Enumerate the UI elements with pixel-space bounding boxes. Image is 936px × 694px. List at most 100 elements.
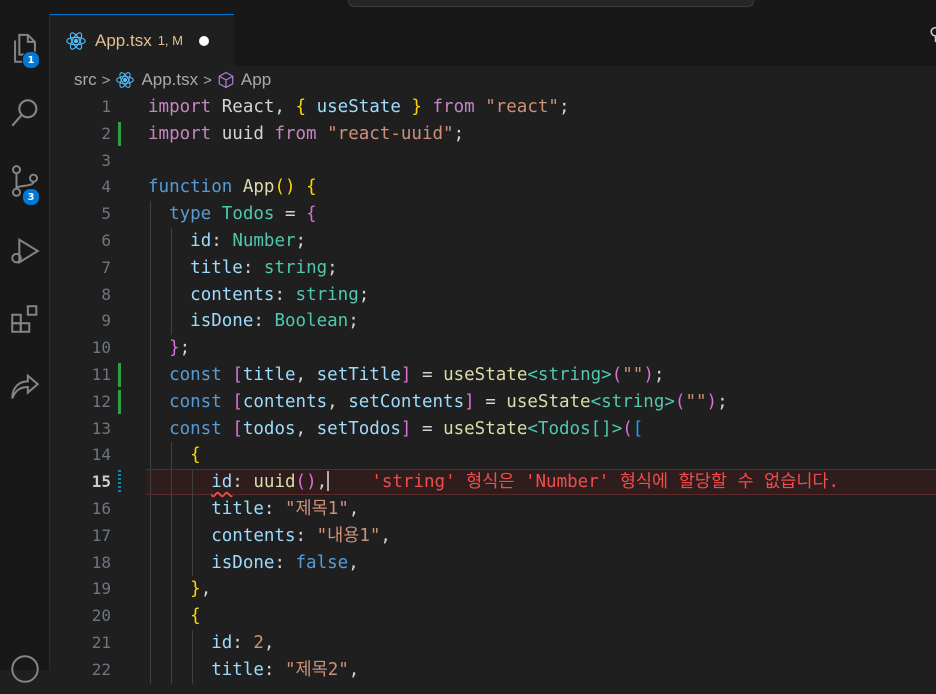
code-line[interactable]: 1 import React, { useState } from "react"… [50, 94, 936, 121]
extensions-button[interactable] [0, 294, 50, 344]
code-token: , [295, 418, 317, 439]
gutter-modified-marker[interactable] [118, 470, 121, 495]
code-token: ; [327, 257, 338, 278]
more-actions-icon[interactable]: ⚲ [929, 24, 936, 45]
unsaved-dot-icon[interactable] [199, 35, 209, 46]
code-token: setTodos [316, 418, 401, 439]
code-line[interactable]: 2 import uuid from "react-uuid"; [50, 121, 936, 148]
command-center[interactable] [348, 0, 754, 7]
search-button[interactable] [0, 88, 50, 138]
code-text: title: "제목2", [148, 657, 359, 684]
gutter-added-marker[interactable] [118, 121, 121, 146]
code-token: setContents [348, 391, 465, 412]
code-line[interactable]: 19 }, [50, 576, 936, 603]
code-token: isDone [190, 311, 254, 332]
line-number: 3 [101, 150, 111, 170]
accounts-button[interactable] [0, 644, 50, 694]
code-token: from [274, 123, 317, 144]
code-line[interactable]: 11 const [title, setTitle] = useState<st… [50, 362, 936, 389]
code-line[interactable]: 21 id: 2, [50, 630, 936, 657]
code-token: , [380, 525, 391, 546]
breadcrumb-folder[interactable]: src [74, 70, 97, 90]
code-text: }; [148, 335, 190, 362]
code-token: const [169, 418, 222, 439]
run-debug-button[interactable] [0, 226, 50, 276]
code-token: string [295, 284, 359, 305]
gutter-added-marker[interactable] [118, 363, 121, 387]
code-token: , [316, 472, 328, 493]
code-line[interactable]: 15 id: uuid(), 'string' 형식은 'Number' 형식에… [50, 469, 936, 496]
code-token: const [169, 365, 222, 385]
code-token: () [274, 177, 307, 198]
code-line[interactable]: 7 title: string; [50, 255, 936, 282]
code-line[interactable]: 8 contents: string; [50, 282, 936, 309]
code-token: } [190, 579, 201, 600]
code-line[interactable]: 17 contents: "내용1", [50, 523, 936, 550]
code-line[interactable]: 16 title: "제목1", [50, 496, 936, 523]
code-text: title: string; [148, 255, 338, 282]
inline-error-message: 형식에 할당할 수 없습니다. [609, 472, 840, 493]
code-token: useState [443, 418, 528, 439]
line-number: 15 [91, 472, 111, 492]
explorer-badge: 1 [22, 51, 40, 69]
code-token: id [211, 633, 233, 653]
code-line[interactable]: 4 function App() { [50, 174, 936, 201]
code-token: contents [190, 284, 275, 305]
code-line[interactable]: 5 type Todos = { [50, 201, 936, 228]
gutter-added-marker[interactable] [118, 389, 121, 414]
code-line[interactable]: 13 const [todos, setTodos] = useState<To… [50, 416, 936, 443]
react-icon [116, 72, 135, 88]
tab-bar: App.tsx 1, M ⚲ [50, 14, 936, 66]
line-number: 8 [101, 284, 111, 304]
code-token: , [327, 391, 349, 412]
code-token: : [295, 525, 317, 546]
source-control-button[interactable]: 3 [0, 156, 50, 206]
remote-button[interactable] [0, 362, 50, 412]
code-token: > [611, 418, 623, 439]
code-token: useState [316, 97, 401, 117]
react-icon [66, 31, 86, 50]
code-line[interactable]: 6 id: Number; [50, 228, 936, 255]
code-token: "내용1" [316, 525, 381, 546]
code-token: const [169, 391, 222, 412]
code-token: { [306, 204, 317, 225]
code-token: contents [211, 525, 296, 546]
code-token: Todos [221, 204, 275, 225]
source-control-badge: 3 [22, 188, 40, 206]
tab-app-tsx[interactable]: App.tsx 1, M [50, 14, 234, 66]
code-token: < [527, 365, 538, 385]
account-icon [11, 655, 39, 683]
breadcrumb-symbol[interactable]: App [241, 70, 271, 90]
code-line[interactable]: 20 { [50, 603, 936, 630]
code-line[interactable]: 18 isDone: false, [50, 550, 936, 577]
code-token: { [306, 177, 317, 198]
explorer-button[interactable]: 1 [0, 24, 50, 74]
code-token: "react" [485, 97, 559, 117]
indent-guide [171, 442, 173, 684]
tab-status: 1, M [157, 33, 183, 48]
line-number: 19 [91, 579, 111, 599]
code-line[interactable]: 14 { [50, 442, 936, 469]
code-line[interactable]: 10 }; [50, 335, 936, 362]
code-token: setTitle [316, 365, 401, 385]
code-editor[interactable]: 1 import React, { useState } from "react"… [50, 94, 936, 684]
code-token: [ [232, 365, 243, 385]
breadcrumb-file[interactable]: App.tsx [141, 70, 198, 90]
code-line[interactable]: 3 [50, 148, 936, 175]
code-line[interactable]: 9 isDone: Boolean; [50, 308, 936, 335]
code-token: : [232, 633, 254, 653]
code-token: { [190, 445, 201, 466]
code-text: import uuid from "react-uuid"; [148, 121, 464, 148]
code-token: = [411, 365, 444, 385]
inline-error-message: 'Number' [524, 472, 610, 493]
code-line[interactable]: 22 title: "제목2", [50, 657, 936, 684]
breadcrumb: src > App.tsx > App [50, 66, 936, 94]
code-line[interactable]: 12 const [contents, setContents] = useSt… [50, 389, 936, 416]
